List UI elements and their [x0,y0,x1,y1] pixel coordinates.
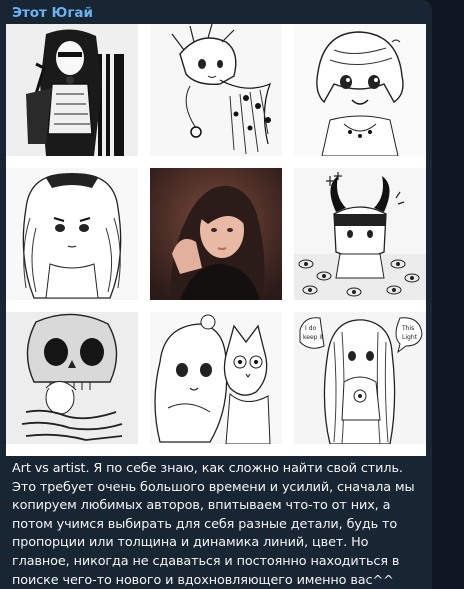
artwork-long-hair-girl[interactable]: I do keep it This Light [294,312,426,444]
artwork-smiling-girl[interactable] [294,24,426,156]
artwork-knight-girl[interactable] [6,24,138,156]
chat-background [432,0,464,589]
artwork-horned-girl[interactable] [294,168,426,300]
svg-text:This: This [401,325,414,332]
photo-gallery: I do keep it This Light [6,24,426,456]
channel-name[interactable]: Этот Югай [12,4,93,22]
artwork-ornate-girl[interactable] [6,168,138,300]
svg-text:Light: Light [402,334,418,341]
artist-photo[interactable] [150,168,282,300]
artwork-skeleton[interactable] [6,312,138,444]
post-caption: Art vs artist. Я по себе знаю, как сложн… [12,461,415,588]
artwork-flower-girl[interactable] [150,24,282,156]
svg-text:I do: I do [305,325,316,332]
artwork-cat-and-girl[interactable] [150,312,282,444]
svg-text:keep it: keep it [303,334,324,341]
channel-post: Этот Югай I do keep it This Light Art vs… [0,0,432,589]
